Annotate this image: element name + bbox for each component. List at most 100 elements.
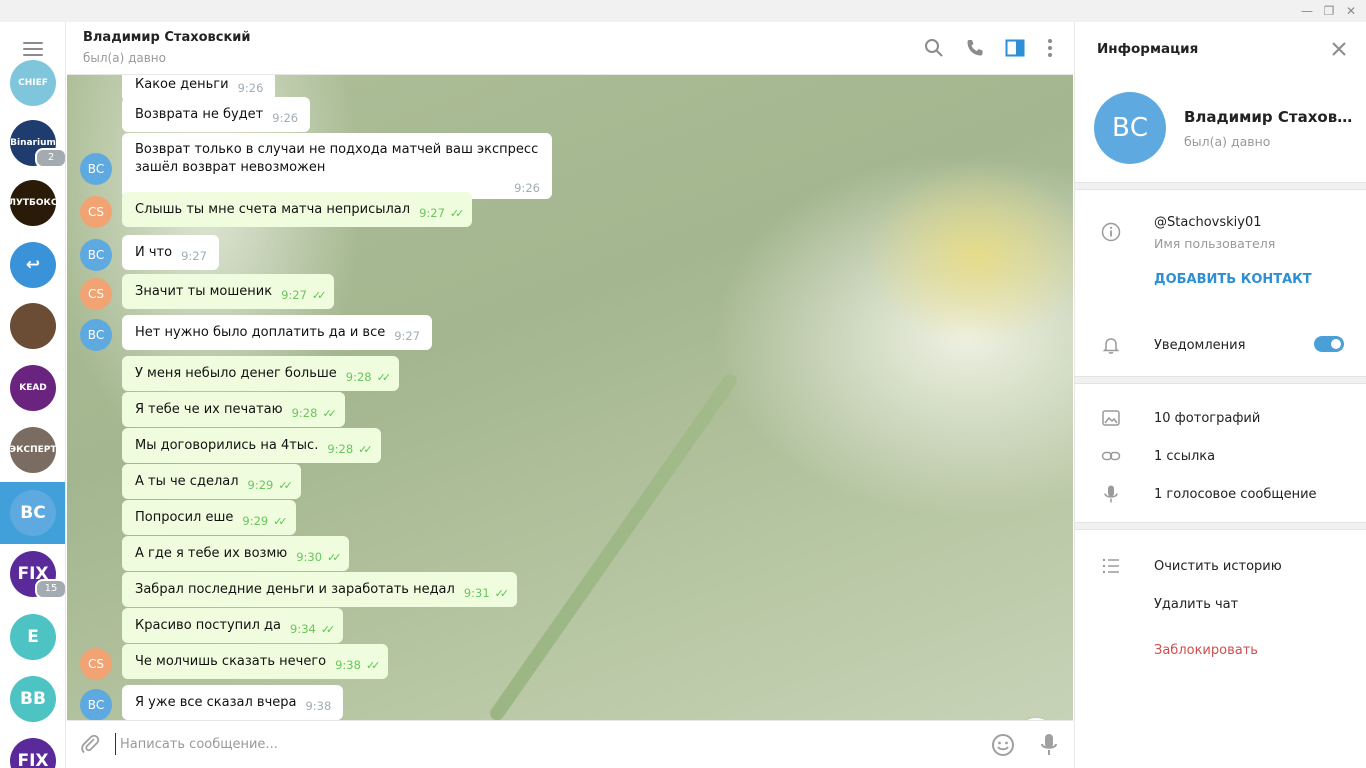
chat-title[interactable]: Владимир Стаховский (83, 30, 251, 45)
message-time: 9:34 (290, 622, 316, 636)
message-text: Че молчишь сказать нечего (135, 654, 327, 669)
message-bubble[interactable]: У меня небыло денег больше 9:28 ✓✓ (122, 356, 400, 391)
attach-icon[interactable] (79, 733, 101, 755)
message-bubble[interactable]: А где я тебе их возмю 9:30 ✓✓ (122, 536, 350, 571)
add-contact-button[interactable]: ДОБАВИТЬ КОНТАКТ (1154, 272, 1312, 287)
profile-avatar[interactable]: ВС (1094, 92, 1166, 164)
chat-list-avatar[interactable]: ЛУТБОКС (10, 180, 56, 226)
sender-avatar[interactable]: ВС (80, 239, 112, 271)
chat-header: Владимир Стаховский был(а) давно (67, 22, 1073, 75)
divider (1075, 376, 1366, 384)
message-time: 9:31 (463, 586, 490, 600)
more-menu-icon[interactable] (1039, 37, 1061, 59)
chat-list-avatar[interactable]: KEAD (10, 365, 56, 411)
message-bubble[interactable]: Забрал последние деньги и заработать нед… (122, 572, 518, 607)
delete-chat-button[interactable]: Удалить чат (1154, 597, 1238, 612)
chat-list-avatar[interactable]: ↩ (10, 242, 56, 288)
sender-avatar[interactable]: ВС (80, 319, 112, 351)
message-text: Возврат только в случаи не подхода матче… (135, 142, 539, 175)
message-bubble[interactable]: Че молчишь сказать нечего 9:38 ✓✓ (122, 644, 389, 679)
close-icon[interactable] (1330, 40, 1348, 58)
message-bubble[interactable]: Мы договорились на 4тыс. 9:28 ✓✓ (122, 428, 381, 463)
photos-link[interactable]: 10 фотографий (1154, 411, 1260, 426)
read-checkmarks-icon: ✓✓ (358, 443, 373, 456)
message-time: 9:30 (296, 550, 323, 564)
sender-avatar[interactable]: CS (80, 196, 112, 228)
message-text: Значит ты мошеник (135, 284, 273, 299)
notifications-toggle[interactable] (1314, 336, 1344, 352)
minimize-button[interactable]: — (1298, 3, 1316, 19)
chat-list-avatar[interactable] (10, 303, 56, 349)
phone-icon[interactable] (964, 37, 986, 59)
chat-list-avatar[interactable]: FIX (10, 738, 56, 768)
read-checkmarks-icon: ✓✓ (273, 515, 288, 528)
notifications-label: Уведомления (1154, 338, 1246, 353)
read-checkmarks-icon: ✓✓ (449, 207, 465, 220)
avatar-label: FIX (17, 751, 49, 768)
voice-messages-link[interactable]: 1 голосовое сообщение (1154, 487, 1317, 502)
chat-status: был(а) давно (83, 51, 166, 65)
read-checkmarks-icon: ✓✓ (494, 587, 510, 600)
chat-list-avatar[interactable]: E (10, 614, 56, 660)
message-bubble[interactable]: И что 9:27 (122, 235, 219, 270)
message-bubble[interactable]: Красиво поступил да 9:34 ✓✓ (122, 608, 344, 643)
message-bubble[interactable]: Возврата не будет 9:26 (122, 97, 311, 132)
close-window-button[interactable]: ✕ (1342, 3, 1360, 19)
message-time: 9:28 (327, 442, 354, 456)
message-input[interactable] (115, 733, 975, 755)
chat-list-avatar[interactable]: ЭКСПЕРТ (10, 427, 56, 473)
sender-avatar[interactable]: CS (80, 648, 112, 680)
block-user-button[interactable]: Заблокировать (1154, 643, 1258, 658)
message-time: 9:28 (291, 406, 318, 420)
message-time: 9:38 (335, 658, 361, 672)
message-bubble[interactable]: Попросил еше 9:29 ✓✓ (122, 500, 296, 535)
links-link[interactable]: 1 ссылка (1154, 449, 1215, 464)
message-time: 9:38 (305, 699, 332, 713)
profile-status: был(а) давно (1184, 134, 1271, 149)
message-bubble[interactable]: Нет нужно было доплатить да и все 9:27 (122, 315, 433, 350)
search-icon[interactable] (923, 37, 945, 59)
message-bubble[interactable]: Значит ты мошеник 9:27 ✓✓ (122, 274, 335, 309)
message-bubble[interactable]: Возврат только в случаи не подхода матче… (122, 133, 552, 199)
avatar-label: ЭКСПЕРТ (10, 445, 56, 455)
microphone-icon[interactable] (1039, 732, 1059, 758)
unread-badge: 2 (35, 148, 65, 168)
info-panel: Информация ВС Владимир Стахов... был(а) … (1074, 22, 1366, 768)
divider (1075, 182, 1366, 190)
read-checkmarks-icon: ✓✓ (376, 371, 392, 384)
chat-list-avatar[interactable]: ВВ (10, 676, 56, 722)
sender-avatar[interactable]: ВС (80, 689, 112, 720)
emoji-icon[interactable] (991, 733, 1015, 757)
list-icon (1102, 558, 1119, 574)
unread-badge: 15 (35, 579, 65, 599)
sender-avatar[interactable]: ВС (80, 153, 112, 185)
message-bubble[interactable]: Я тебе че их печатаю 9:28 ✓✓ (122, 392, 345, 427)
maximize-button[interactable]: ❐ (1320, 3, 1338, 19)
message-text: Какое деньги (135, 77, 229, 92)
message-time: 9:26 (237, 81, 264, 95)
message-time: 9:29 (242, 514, 269, 528)
sender-avatar[interactable]: CS (80, 278, 112, 310)
message-text: А ты че сделал (135, 474, 239, 489)
message-text: Я тебе че их печатаю (135, 402, 283, 417)
info-title: Информация (1097, 41, 1199, 57)
avatar-label: ЛУТБОКС (10, 198, 56, 208)
username-label: Имя пользователя (1154, 236, 1276, 251)
clear-history-button[interactable]: Очистить историю (1154, 559, 1282, 574)
sidebar-toggle-icon[interactable] (1004, 37, 1026, 59)
menu-icon[interactable] (23, 42, 43, 56)
chat-list-avatar[interactable]: CHIEF (10, 60, 56, 106)
read-checkmarks-icon: ✓✓ (327, 551, 342, 564)
message-bubble[interactable]: А ты че сделал 9:29 ✓✓ (122, 464, 301, 499)
read-checkmarks-icon: ✓✓ (320, 623, 336, 636)
message-text: Забрал последние деньги и заработать нед… (135, 582, 455, 597)
read-checkmarks-icon: ✓✓ (365, 659, 381, 672)
message-bubble[interactable]: Я уже все сказал вчера 9:38 (122, 685, 344, 720)
read-checkmarks-icon: ✓✓ (278, 479, 293, 492)
message-area[interactable]: Какое деньги 9:26 Возврата не будет 9:26 ВС В… (67, 75, 1073, 720)
username-value[interactable]: @Stachovskiy01 (1154, 215, 1262, 230)
chat-list-avatar[interactable]: ВС (10, 490, 56, 536)
message-time: 9:29 (247, 478, 274, 492)
divider (1075, 522, 1366, 530)
message-bubble[interactable]: Слышь ты мне счета матча неприсылал 9:27 ✓… (122, 192, 473, 227)
